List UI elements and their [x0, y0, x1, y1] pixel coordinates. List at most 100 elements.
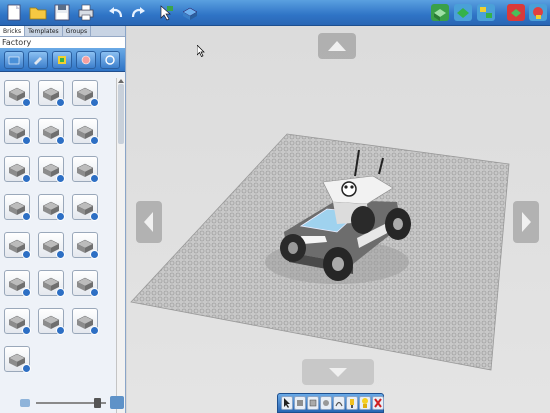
- palette-scrollbar[interactable]: [116, 78, 125, 413]
- brick-palette-item[interactable]: [72, 232, 99, 259]
- pan-down-button[interactable]: [302, 359, 374, 385]
- brick-palette-item[interactable]: [38, 194, 65, 221]
- redo-button[interactable]: [127, 2, 149, 23]
- clone-button[interactable]: [179, 2, 201, 23]
- add-brick-icon: [90, 174, 99, 183]
- undo-button[interactable]: [105, 2, 127, 23]
- theme-category-button[interactable]: [100, 50, 120, 69]
- single-select-tool[interactable]: [294, 396, 306, 410]
- pan-left-button[interactable]: [136, 201, 162, 243]
- new-file-button[interactable]: [3, 2, 25, 23]
- delete-tool[interactable]: [372, 396, 384, 410]
- brick-palette-item[interactable]: [72, 156, 99, 183]
- figure-category-icon: [58, 55, 66, 64]
- tool-category-button[interactable]: [28, 50, 48, 69]
- floppy-icon: [54, 4, 70, 21]
- add-brick-icon: [90, 212, 99, 221]
- add-brick-icon: [90, 136, 99, 145]
- help-button[interactable]: [505, 2, 527, 23]
- brick-palette-item[interactable]: [38, 118, 65, 145]
- instructions-icon: [477, 4, 495, 21]
- print-button[interactable]: [75, 2, 97, 23]
- add-brick-icon: [90, 288, 99, 297]
- palette-zoom-slider[interactable]: [20, 396, 124, 410]
- brick-palette-item[interactable]: [4, 232, 31, 259]
- scroll-up-arrow[interactable]: [118, 79, 124, 83]
- open-button[interactable]: [27, 2, 49, 23]
- lego-digital-designer-window: Bricks Templates Groups Factory: [0, 0, 550, 413]
- tab-templates[interactable]: Templates: [25, 26, 63, 36]
- brick-palette-panel: Bricks Templates Groups Factory: [0, 26, 126, 413]
- brick-palette-item[interactable]: [38, 80, 65, 107]
- brick-palette-item[interactable]: [4, 118, 31, 145]
- hinge-tool[interactable]: [320, 396, 332, 410]
- add-brick-icon: [22, 364, 31, 373]
- brick-palette-item[interactable]: [72, 270, 99, 297]
- select-arrow-icon: [160, 5, 173, 21]
- instructions-mode-button[interactable]: [475, 2, 497, 23]
- minifig-icon: [362, 398, 368, 408]
- add-brick-icon: [56, 288, 65, 297]
- add-brick-icon: [22, 288, 31, 297]
- decoration-category-icon: [81, 55, 91, 64]
- undo-icon: [109, 7, 123, 18]
- add-brick-icon: [90, 250, 99, 259]
- select-tool[interactable]: [281, 396, 293, 410]
- add-brick-icon: [90, 326, 99, 335]
- brick-grid: [2, 78, 114, 398]
- brick-palette-item[interactable]: [38, 156, 65, 183]
- slider-knob[interactable]: [94, 398, 101, 408]
- brick-palette-item[interactable]: [72, 194, 99, 221]
- large-size-icon: [110, 396, 124, 409]
- add-brick-icon: [22, 174, 31, 183]
- theme-category-icon: [105, 54, 115, 65]
- save-button[interactable]: [51, 2, 73, 23]
- arrow-right-icon: [522, 212, 531, 232]
- brick-palette-item[interactable]: [4, 270, 31, 297]
- category-toolbar: [0, 48, 125, 72]
- add-brick-icon: [22, 326, 31, 335]
- paint-tool[interactable]: [346, 396, 358, 410]
- figure-category-button[interactable]: [52, 50, 72, 69]
- brick-palette-item[interactable]: [72, 118, 99, 145]
- color-select-tool[interactable]: [307, 396, 319, 410]
- brick-category-button[interactable]: [4, 50, 24, 69]
- scene-canvas[interactable]: [127, 26, 550, 413]
- 3d-viewport[interactable]: [127, 26, 550, 413]
- brick-palette-item[interactable]: [4, 346, 31, 373]
- select-tool-button[interactable]: [155, 2, 177, 23]
- brick-palette-item[interactable]: [38, 232, 65, 259]
- brick-palette-item[interactable]: [4, 156, 31, 183]
- hinge-tool-icon: [323, 400, 329, 406]
- add-brick-icon: [56, 212, 65, 221]
- build-mode-button[interactable]: [429, 2, 451, 23]
- tab-groups[interactable]: Groups: [63, 26, 92, 36]
- brick-palette-item[interactable]: [4, 194, 31, 221]
- minifig-tool[interactable]: [359, 396, 371, 410]
- mouse-cursor-icon: [196, 42, 205, 57]
- pan-right-button[interactable]: [513, 201, 539, 243]
- palette-title: Factory: [0, 37, 125, 48]
- view-mode-button[interactable]: [452, 2, 474, 23]
- brick-palette-item[interactable]: [4, 308, 31, 335]
- exit-icon: [529, 4, 547, 21]
- new-page-icon: [7, 4, 21, 21]
- scroll-thumb[interactable]: [118, 84, 124, 144]
- add-brick-icon: [56, 136, 65, 145]
- brick-palette-item[interactable]: [38, 270, 65, 297]
- pan-up-button[interactable]: [318, 33, 356, 59]
- brick-palette-item[interactable]: [38, 308, 65, 335]
- exit-button[interactable]: [527, 2, 549, 23]
- brick-palette-item[interactable]: [72, 308, 99, 335]
- brick-palette-item[interactable]: [4, 80, 31, 107]
- decoration-category-button[interactable]: [76, 50, 96, 69]
- add-brick-icon: [22, 212, 31, 221]
- brick-clone-icon: [182, 7, 198, 20]
- add-brick-icon: [56, 174, 65, 183]
- flex-tool[interactable]: [333, 396, 345, 410]
- printer-icon: [78, 4, 94, 21]
- arrow-down-icon: [329, 368, 347, 377]
- tab-bricks[interactable]: Bricks: [0, 26, 26, 36]
- add-brick-icon: [90, 98, 99, 107]
- brick-palette-item[interactable]: [72, 80, 99, 107]
